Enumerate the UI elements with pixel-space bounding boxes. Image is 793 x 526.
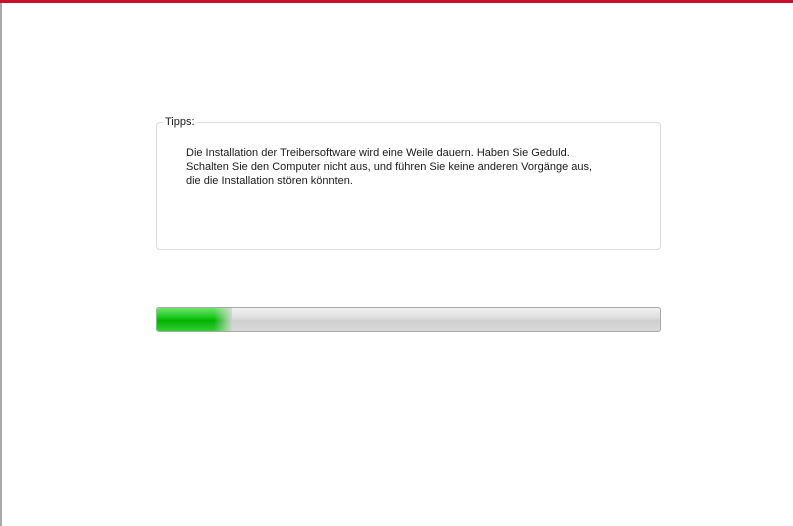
install-progress-fill (157, 308, 233, 331)
installer-window: Tipps: Die Installation der Treibersoftw… (0, 0, 793, 526)
tips-groupbox: Tipps: Die Installation der Treibersoftw… (156, 116, 661, 250)
window-left-border (0, 3, 2, 526)
tips-message: Die Installation der Treibersoftware wir… (186, 146, 656, 188)
tips-line: Schalten Sie den Computer nicht aus, und… (186, 161, 593, 173)
tips-title: Tipps: (163, 116, 197, 129)
tips-line: die die Installation stören könnten. (186, 175, 353, 187)
top-accent-bar (0, 0, 793, 3)
install-progress-bar (156, 307, 661, 332)
tips-line: Die Installation der Treibersoftware wir… (186, 147, 570, 159)
